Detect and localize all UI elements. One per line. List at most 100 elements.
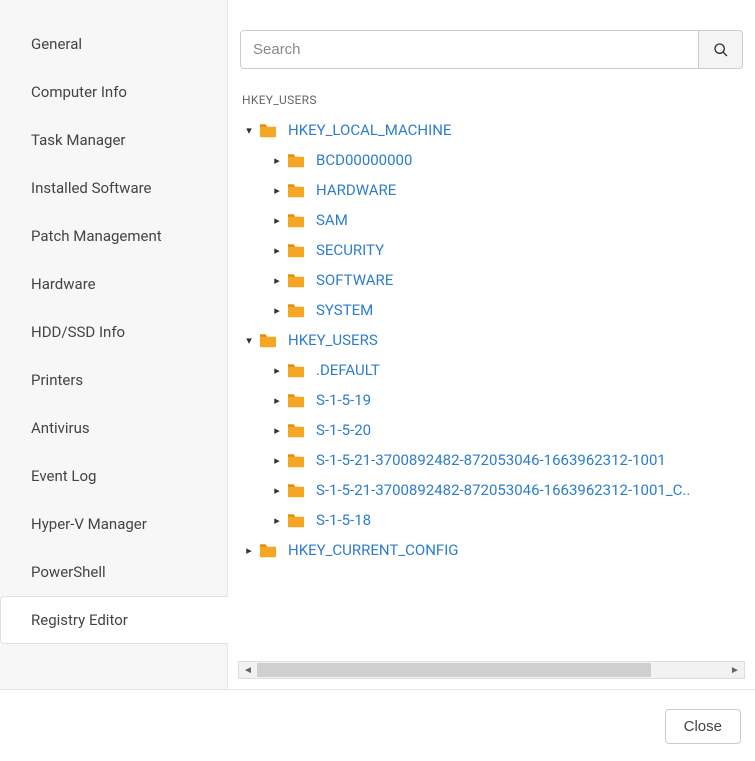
sidebar-item-installed-software[interactable]: Installed Software bbox=[0, 164, 227, 212]
caret-right-icon[interactable]: ▸ bbox=[242, 544, 256, 557]
tree-node[interactable]: ▸ SOFTWARE bbox=[238, 265, 745, 295]
folder-icon bbox=[286, 272, 306, 288]
tree-node[interactable]: ▸ SYSTEM bbox=[238, 295, 745, 325]
sidebar-item-label: Hyper-V Manager bbox=[31, 515, 147, 533]
sidebar-item-label: PowerShell bbox=[31, 563, 106, 581]
sidebar-item-computer-info[interactable]: Computer Info bbox=[0, 68, 227, 116]
tree-node-label: S-1-5-21-3700892482-872053046-1663962312… bbox=[316, 481, 690, 499]
tree-node-label: BCD00000000 bbox=[316, 151, 412, 169]
search-icon bbox=[713, 42, 729, 58]
tree-node[interactable]: ▸ SECURITY bbox=[238, 235, 745, 265]
tree-wrapper: ▾ HKEY_LOCAL_MACHINE ▸ BCD00000000 ▸ HARDWARE… bbox=[238, 115, 745, 679]
tree-node[interactable]: ▸ S-1-5-18 bbox=[238, 505, 745, 535]
tree-node-label: S-1-5-18 bbox=[316, 511, 371, 529]
folder-icon bbox=[286, 362, 306, 378]
registry-tree[interactable]: ▾ HKEY_LOCAL_MACHINE ▸ BCD00000000 ▸ HARDWARE… bbox=[238, 115, 745, 661]
caret-down-icon[interactable]: ▾ bbox=[242, 334, 256, 347]
sidebar-item-antivirus[interactable]: Antivirus bbox=[0, 404, 227, 452]
caret-right-icon[interactable]: ▸ bbox=[270, 424, 284, 437]
tree-node[interactable]: ▸ .DEFAULT bbox=[238, 355, 745, 385]
caret-right-icon[interactable]: ▸ bbox=[270, 154, 284, 167]
tree-node-label: SYSTEM bbox=[316, 301, 373, 319]
sidebar-item-label: Patch Management bbox=[31, 227, 162, 245]
sidebar-item-patch-management[interactable]: Patch Management bbox=[0, 212, 227, 260]
caret-right-icon[interactable]: ▸ bbox=[270, 514, 284, 527]
sidebar-item-hardware[interactable]: Hardware bbox=[0, 260, 227, 308]
folder-icon bbox=[286, 482, 306, 498]
sidebar-item-general[interactable]: General bbox=[0, 20, 227, 68]
tree-node[interactable]: ▸ S-1-5-21-3700892482-872053046-166396231… bbox=[238, 445, 745, 475]
sidebar-item-printers[interactable]: Printers bbox=[0, 356, 227, 404]
sidebar-item-label: Printers bbox=[31, 371, 83, 389]
folder-icon bbox=[286, 422, 306, 438]
tree-node[interactable]: ▾ HKEY_USERS bbox=[238, 325, 745, 355]
caret-right-icon[interactable]: ▸ bbox=[270, 274, 284, 287]
folder-icon bbox=[286, 152, 306, 168]
tree-node[interactable]: ▸ S-1-5-19 bbox=[238, 385, 745, 415]
caret-right-icon[interactable]: ▸ bbox=[270, 454, 284, 467]
scroll-track[interactable] bbox=[257, 662, 726, 678]
caret-right-icon[interactable]: ▸ bbox=[270, 214, 284, 227]
tree-node-label: SOFTWARE bbox=[316, 271, 393, 289]
search-row bbox=[238, 30, 745, 69]
folder-icon bbox=[286, 212, 306, 228]
tree-node-label: .DEFAULT bbox=[316, 361, 380, 379]
caret-right-icon[interactable]: ▸ bbox=[270, 394, 284, 407]
sidebar-item-label: Computer Info bbox=[31, 83, 127, 101]
footer: Close bbox=[0, 691, 755, 761]
scroll-thumb[interactable] bbox=[257, 663, 651, 677]
sidebar-item-hdd-ssd-info[interactable]: HDD/SSD Info bbox=[0, 308, 227, 356]
folder-icon bbox=[286, 392, 306, 408]
caret-right-icon[interactable]: ▸ bbox=[270, 484, 284, 497]
sidebar-item-powershell[interactable]: PowerShell bbox=[0, 548, 227, 596]
folder-icon bbox=[286, 302, 306, 318]
tree-node-label: HKEY_LOCAL_MACHINE bbox=[288, 121, 451, 139]
sidebar-item-label: HDD/SSD Info bbox=[31, 323, 125, 341]
folder-icon bbox=[286, 182, 306, 198]
tree-node-label: HKEY_USERS bbox=[288, 331, 378, 349]
caret-right-icon[interactable]: ▸ bbox=[270, 364, 284, 377]
sidebar-item-label: Task Manager bbox=[31, 131, 126, 149]
caret-down-icon[interactable]: ▾ bbox=[242, 124, 256, 137]
folder-icon bbox=[286, 512, 306, 528]
caret-right-icon[interactable]: ▸ bbox=[270, 304, 284, 317]
sidebar-item-event-log[interactable]: Event Log bbox=[0, 452, 227, 500]
tree-node[interactable]: ▾ HKEY_LOCAL_MACHINE bbox=[238, 115, 745, 145]
sidebar-item-label: Installed Software bbox=[31, 179, 152, 197]
scroll-left-arrow[interactable]: ◄ bbox=[239, 662, 257, 678]
sidebar-item-task-manager[interactable]: Task Manager bbox=[0, 116, 227, 164]
caret-right-icon[interactable]: ▸ bbox=[270, 184, 284, 197]
tree-node[interactable]: ▸ HARDWARE bbox=[238, 175, 745, 205]
sidebar-item-label: Event Log bbox=[31, 467, 96, 485]
search-button[interactable] bbox=[699, 30, 743, 69]
content-pane: HKEY_USERS ▾ HKEY_LOCAL_MACHINE ▸ BCD000000… bbox=[228, 0, 755, 689]
folder-icon bbox=[258, 122, 278, 138]
tree-node[interactable]: ▸ SAM bbox=[238, 205, 745, 235]
tree-node[interactable]: ▸ S-1-5-21-3700892482-872053046-166396231… bbox=[238, 475, 745, 505]
tree-node-label: SAM bbox=[316, 211, 348, 229]
close-button[interactable]: Close bbox=[665, 709, 741, 744]
sidebar-item-hyper-v-manager[interactable]: Hyper-V Manager bbox=[0, 500, 227, 548]
sidebar-item-registry-editor[interactable]: Registry Editor bbox=[0, 596, 228, 644]
breadcrumb: HKEY_USERS bbox=[238, 89, 745, 115]
tree-node-label: SECURITY bbox=[316, 241, 384, 259]
tree-node[interactable]: ▸ BCD00000000 bbox=[238, 145, 745, 175]
tree-node[interactable]: ▸ S-1-5-20 bbox=[238, 415, 745, 445]
sidebar-item-label: Registry Editor bbox=[31, 611, 128, 629]
sidebar: General Computer Info Task Manager Installe… bbox=[0, 0, 228, 689]
horizontal-scrollbar[interactable]: ◄ ► bbox=[238, 661, 745, 679]
tree-node-label: HARDWARE bbox=[316, 181, 396, 199]
folder-icon bbox=[286, 452, 306, 468]
search-input[interactable] bbox=[240, 30, 699, 69]
sidebar-item-label: Antivirus bbox=[31, 419, 90, 437]
caret-right-icon[interactable]: ▸ bbox=[270, 244, 284, 257]
folder-icon bbox=[258, 542, 278, 558]
folder-icon bbox=[286, 242, 306, 258]
scroll-right-arrow[interactable]: ► bbox=[726, 662, 744, 678]
tree-node[interactable]: ▸HKEY_CURRENT_CONFIG bbox=[238, 535, 745, 565]
tree-node-label: S-1-5-20 bbox=[316, 421, 371, 439]
sidebar-item-label: Hardware bbox=[31, 275, 96, 293]
sidebar-item-label: General bbox=[31, 35, 82, 53]
tree-node-label: S-1-5-21-3700892482-872053046-1663962312… bbox=[316, 451, 666, 469]
tree-node-label: S-1-5-19 bbox=[316, 391, 371, 409]
